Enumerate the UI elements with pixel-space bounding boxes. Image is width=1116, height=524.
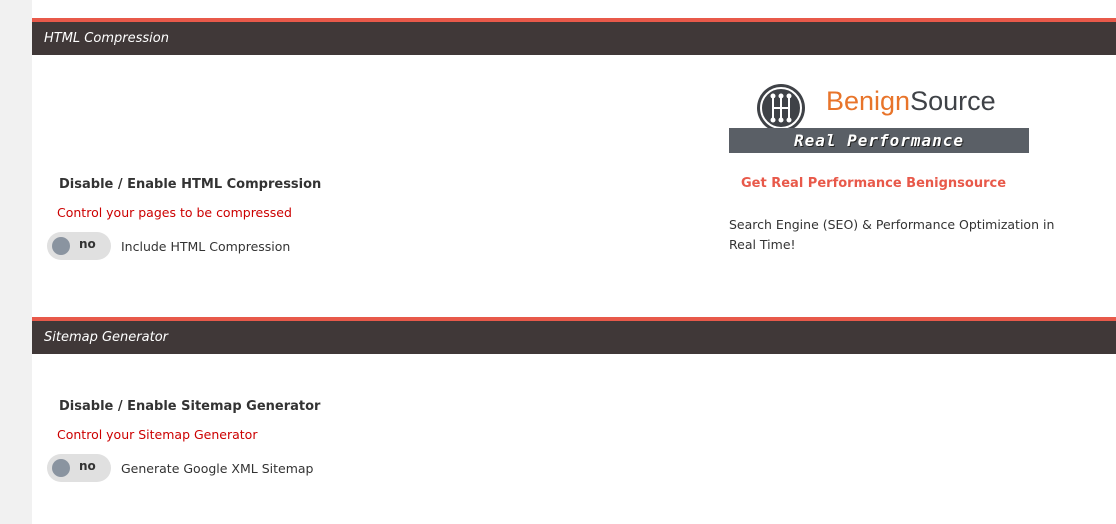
html-compression-toggle-row: no Include HTML Compression — [47, 232, 290, 260]
option-description: Control your Sitemap Generator — [57, 427, 258, 442]
sitemap-toggle-row: no Generate Google XML Sitemap — [47, 454, 313, 482]
section-body: Disable / Enable Sitemap Generator Contr… — [32, 354, 1116, 520]
html-compression-toggle[interactable]: no — [47, 232, 111, 260]
toggle-state: no — [79, 459, 96, 473]
benignsource-logo: BenignSource Real Performance — [729, 83, 1029, 153]
section-title: HTML Compression — [44, 31, 169, 46]
promo-description: Search Engine (SEO) & Performance Optimi… — [729, 217, 1055, 252]
toggle-knob — [52, 459, 70, 477]
brand-name-part1: Benign — [826, 86, 911, 116]
brand-name: BenignSource — [826, 86, 996, 117]
get-real-performance-link[interactable]: Get Real Performance Benignsource — [741, 176, 1006, 191]
section-body: Disable / Enable HTML Compression Contro… — [32, 55, 1116, 296]
section-header: Sitemap Generator — [32, 317, 1116, 354]
option-title: Disable / Enable Sitemap Generator — [59, 399, 321, 414]
performance-banner: Real Performance — [729, 128, 1029, 153]
option-description: Control your pages to be compressed — [57, 205, 292, 220]
sitemap-generator-section: Sitemap Generator Disable / Enable Sitem… — [32, 317, 1116, 524]
brand-name-part2: Source — [910, 86, 996, 116]
sitemap-toggle[interactable]: no — [47, 454, 111, 482]
section-header: HTML Compression — [32, 18, 1116, 55]
option-title: Disable / Enable HTML Compression — [59, 177, 322, 192]
toggle-label: Generate Google XML Sitemap — [121, 460, 314, 476]
toggle-label: Include HTML Compression — [121, 238, 291, 254]
gear-shift-icon — [757, 84, 805, 132]
banner-text: Real Performance — [793, 131, 965, 150]
toggle-knob — [52, 237, 70, 255]
left-gutter — [0, 0, 32, 524]
section-title: Sitemap Generator — [44, 330, 168, 345]
html-compression-section: HTML Compression Disable / Enable HTML C… — [32, 18, 1116, 300]
toggle-state: no — [79, 237, 96, 251]
